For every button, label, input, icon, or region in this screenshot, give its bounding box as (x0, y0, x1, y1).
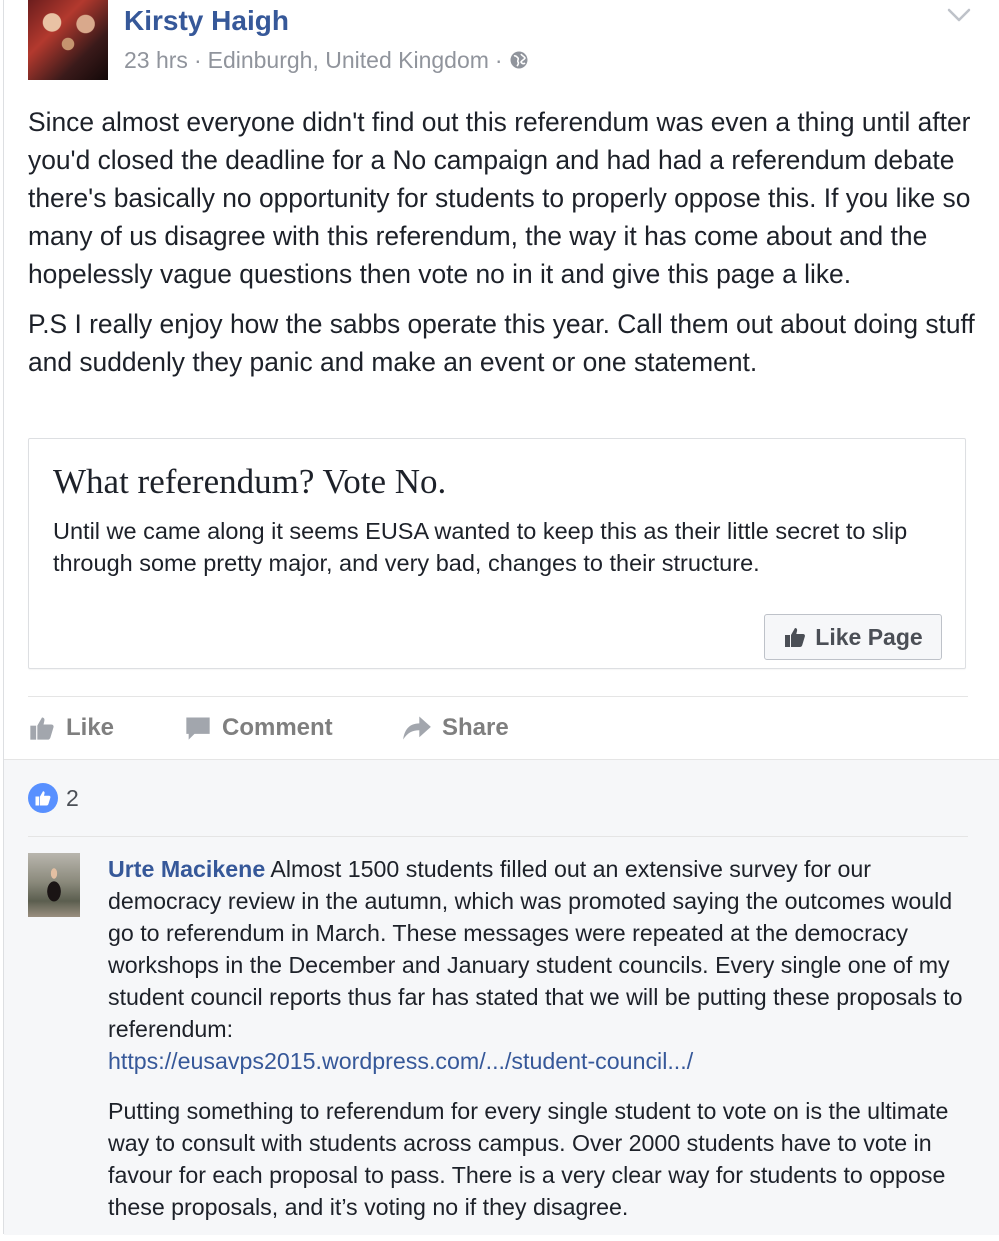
post-location[interactable]: Edinburgh, United Kingdom (208, 46, 489, 74)
commenter-avatar[interactable] (28, 853, 80, 917)
comment-link[interactable]: https://eusavps2015.wordpress.com/.../st… (108, 1048, 693, 1074)
divider (28, 696, 968, 697)
post-time[interactable]: 23 hrs (124, 46, 188, 74)
like-page-button[interactable]: Like Page (764, 614, 942, 660)
shared-page-card[interactable]: What referendum? Vote No. Until we came … (28, 438, 966, 669)
like-reaction-icon (28, 783, 58, 813)
share-arrow-icon (403, 716, 431, 740)
like-page-label: Like Page (815, 623, 923, 650)
meta-separator-2: · (494, 47, 503, 73)
divider (28, 836, 968, 837)
reaction-count: 2 (66, 784, 79, 811)
post-text: Since almost everyone didn't find out th… (28, 103, 978, 393)
post-paragraph: P.S I really enjoy how the sabbs operate… (28, 309, 975, 377)
comment-label: Comment (222, 714, 333, 741)
author-avatar[interactable] (28, 0, 108, 80)
like-button[interactable]: Like (28, 708, 114, 748)
card-title[interactable]: What referendum? Vote No. (53, 461, 933, 503)
author-name[interactable]: Kirsty Haigh (124, 4, 289, 38)
reactions-summary[interactable]: 2 (28, 782, 79, 814)
commenter-name[interactable]: Urte Macikene (108, 856, 265, 882)
facebook-post: Kirsty Haigh 23 hrs · Edinburgh, United … (0, 0, 999, 1235)
post-meta: 23 hrs · Edinburgh, United Kingdom · (124, 46, 529, 74)
comment: Urte Macikene Almost 1500 students fille… (108, 853, 968, 1241)
like-label: Like (66, 714, 115, 741)
meta-separator: · (193, 47, 202, 73)
chevron-down-icon[interactable] (946, 6, 972, 24)
thumbs-up-icon (785, 628, 806, 647)
comment-icon (186, 717, 210, 740)
globe-icon[interactable] (509, 50, 529, 70)
share-button[interactable]: Share (402, 708, 509, 748)
thumbs-up-icon (30, 717, 54, 740)
comment-paragraph: Putting something to referendum for ever… (108, 1098, 949, 1220)
card-description: Until we came along it seems EUSA wanted… (53, 518, 908, 576)
comment-body: Almost 1500 students filled out an exten… (108, 856, 963, 1042)
share-label: Share (442, 714, 509, 741)
post-paragraph: Since almost everyone didn't find out th… (28, 107, 971, 289)
comment-button[interactable]: Comment (184, 708, 333, 748)
